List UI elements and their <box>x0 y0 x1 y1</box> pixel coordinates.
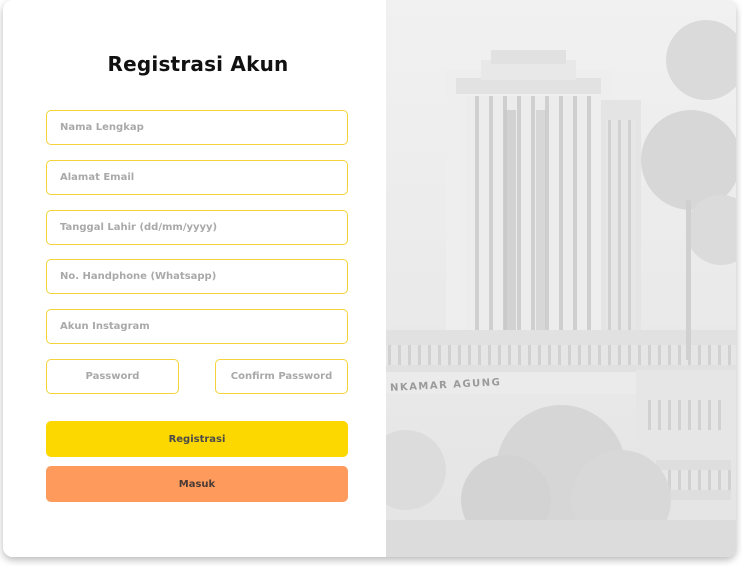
hero-image: NKAMAR AGUNG <box>386 0 736 557</box>
login-button[interactable]: Masuk <box>46 466 348 502</box>
phone-input[interactable] <box>47 260 347 293</box>
registration-form-panel: Registrasi Akun Registrasi Masuk <box>3 0 386 557</box>
building-photo: NKAMAR AGUNG <box>386 0 736 557</box>
registration-card: Registrasi Akun Registrasi Masuk <box>3 0 736 557</box>
full-name-input[interactable] <box>47 111 347 144</box>
register-button[interactable]: Registrasi <box>46 421 348 457</box>
birth-date-input[interactable] <box>47 211 347 244</box>
instagram-input[interactable] <box>47 310 347 343</box>
password-input[interactable] <box>47 360 178 393</box>
email-field <box>46 160 348 195</box>
page-title: Registrasi Akun <box>107 52 289 76</box>
birth-date-field <box>46 210 348 245</box>
email-input[interactable] <box>47 161 347 194</box>
confirm-password-input[interactable] <box>216 360 347 393</box>
confirm-password-field <box>215 359 348 394</box>
password-field <box>46 359 179 394</box>
phone-field <box>46 259 348 294</box>
instagram-field <box>46 309 348 344</box>
full-name-field <box>46 110 348 145</box>
